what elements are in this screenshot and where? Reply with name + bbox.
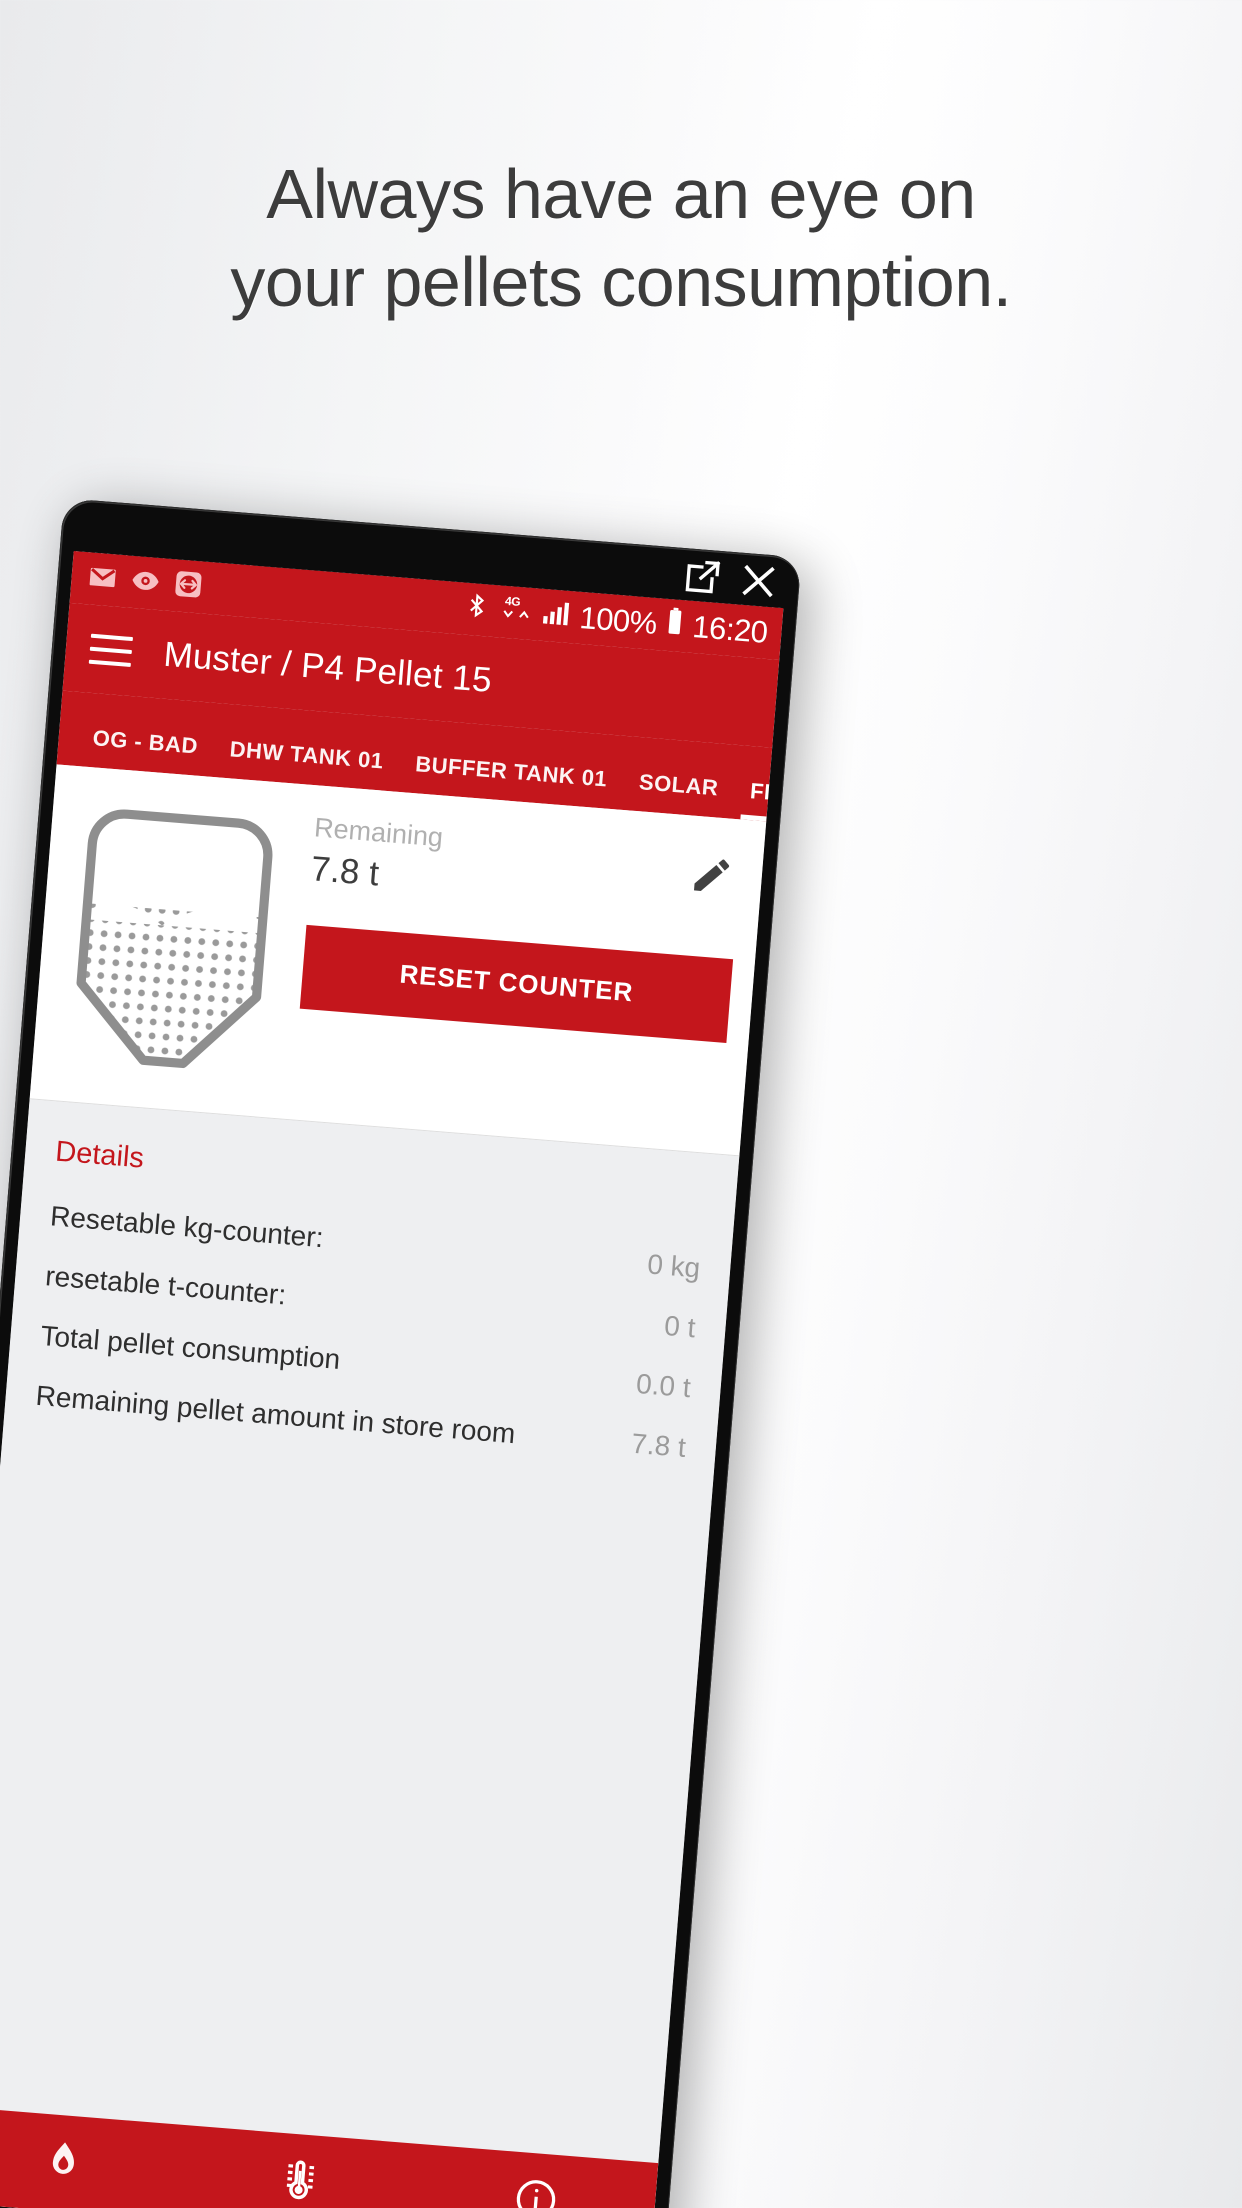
- nav-item-burner[interactable]: [0, 2128, 183, 2198]
- battery-full-icon: [664, 606, 685, 645]
- tab-content: Remaining 7.8 t RESET COUNTER Details Re…: [0, 764, 767, 2208]
- row-value: 0 t: [663, 1309, 697, 1344]
- close-icon[interactable]: [738, 561, 779, 602]
- data-transfer-icon: [172, 568, 205, 605]
- pellet-store-silo-icon: [58, 792, 288, 1087]
- bluetooth-icon: [461, 589, 490, 631]
- thermometer-icon: [275, 2155, 325, 2208]
- row-value: 0 kg: [646, 1248, 702, 1284]
- mail-icon: [86, 561, 119, 598]
- tab-feed-system[interactable]: FEED SYSTEM: [732, 777, 772, 822]
- network-4g-icon: 4G: [496, 591, 533, 634]
- phone-mockup: 4G 100% 16:20 Muster / P4 Pellet 15 OG -…: [0, 498, 816, 2208]
- clock-label: 16:20: [691, 608, 769, 650]
- page-title: Always have an eye on your pellets consu…: [230, 155, 1012, 321]
- flame-burner-icon: [38, 2136, 88, 2191]
- remaining-block: Remaining 7.8 t: [309, 811, 742, 923]
- details-section: Details Resetable kg-counter: 0 kg reset…: [0, 1099, 740, 2208]
- row-value: 0.0 t: [635, 1367, 692, 1404]
- open-in-new-icon[interactable]: [682, 556, 723, 597]
- hamburger-menu-icon[interactable]: [88, 633, 134, 667]
- signal-bars-icon: [539, 596, 572, 636]
- feed-system-card-body: Remaining 7.8 t RESET COUNTER: [265, 809, 742, 1124]
- reset-counter-button[interactable]: RESET COUNTER: [299, 924, 734, 1043]
- phone-screen: 4G 100% 16:20 Muster / P4 Pellet 15 OG -…: [0, 551, 784, 2208]
- tab-solar[interactable]: SOLAR: [621, 768, 736, 819]
- battery-percent-label: 100%: [578, 599, 659, 641]
- window-controls: [682, 554, 779, 603]
- phone-device: 4G 100% 16:20 Muster / P4 Pellet 15 OG -…: [0, 498, 802, 2208]
- row-value: 7.8 t: [630, 1427, 688, 1463]
- remaining-value: 7.8 t: [309, 848, 381, 894]
- toolbar-title: Muster / P4 Pellet 15: [162, 634, 494, 700]
- pencil-edit-icon[interactable]: [688, 842, 743, 905]
- feed-system-card: Remaining 7.8 t RESET COUNTER: [29, 764, 767, 1157]
- remaining-label: Remaining: [313, 812, 445, 853]
- status-bar-notifications: [86, 561, 204, 605]
- nav-item-info[interactable]: [416, 2167, 657, 2208]
- eye-icon: [129, 564, 162, 601]
- info-circle-icon: [511, 2174, 561, 2208]
- nav-item-temperature[interactable]: [179, 2147, 420, 2208]
- svg-text:4G: 4G: [504, 594, 520, 609]
- row-label: Remaining pellet amount in store room: [34, 1379, 517, 1450]
